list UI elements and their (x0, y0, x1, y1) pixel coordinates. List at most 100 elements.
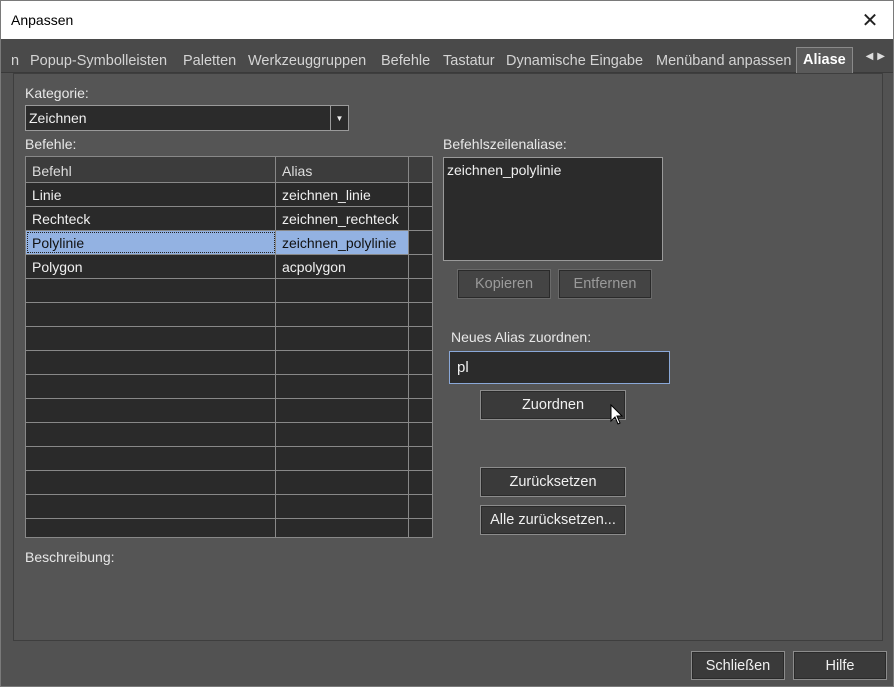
table-row-empty[interactable] (26, 399, 432, 423)
alias-cell (276, 495, 409, 518)
alias-cell: zeichnen_polylinie (276, 231, 409, 254)
extra-cell (409, 399, 432, 422)
tab-commands[interactable]: Befehle (381, 39, 430, 73)
alias-cell: zeichnen_linie (276, 183, 409, 206)
alias-cell (276, 279, 409, 302)
extra-cell (409, 351, 432, 374)
alias-list-item[interactable]: zeichnen_polylinie (447, 162, 561, 178)
table-row-empty[interactable] (26, 303, 432, 327)
command-cell (26, 471, 276, 494)
category-value: Zeichnen (29, 110, 87, 126)
extra-cell (409, 303, 432, 326)
extra-cell (409, 255, 432, 278)
column-header-alias[interactable]: Alias (276, 157, 409, 183)
table-row-empty[interactable] (26, 495, 432, 519)
extra-cell (409, 495, 432, 518)
new-alias-input[interactable] (449, 351, 670, 384)
alias-cell (276, 327, 409, 350)
title-bar: Anpassen ✕ (1, 1, 893, 39)
reset-button[interactable]: Zurücksetzen (480, 467, 626, 497)
help-button[interactable]: Hilfe (793, 651, 887, 680)
extra-cell (409, 447, 432, 470)
column-header-command[interactable]: Befehl (26, 157, 276, 183)
command-cell (26, 327, 276, 350)
table-row-empty[interactable] (26, 447, 432, 471)
table-row-empty[interactable] (26, 471, 432, 495)
command-cell (26, 495, 276, 518)
command-cell: Polygon (26, 255, 276, 278)
command-cell (26, 375, 276, 398)
extra-cell (409, 183, 432, 206)
new-alias-label: Neues Alias zuordnen: (451, 329, 592, 345)
command-cell (26, 447, 276, 470)
extra-cell (409, 375, 432, 398)
table-row[interactable]: Polygon acpolygon (26, 255, 432, 279)
table-row-empty[interactable] (26, 327, 432, 351)
tab-truncated[interactable]: n (11, 39, 19, 73)
category-dropdown[interactable]: Zeichnen ▼ (25, 105, 349, 131)
assign-button[interactable]: Zuordnen (480, 390, 626, 420)
chevron-right-icon[interactable]: ▶ (877, 51, 889, 62)
close-button[interactable]: Schließen (691, 651, 785, 680)
alias-cell (276, 447, 409, 470)
tab-ribbon[interactable]: Menüband anpassen (656, 39, 791, 73)
command-cell: Polylinie (26, 231, 276, 254)
alias-cell (276, 519, 409, 537)
table-row-empty[interactable] (26, 375, 432, 399)
table-row-empty[interactable] (26, 351, 432, 375)
commands-table[interactable]: Befehl Alias Linie zeichnen_linie Rechteck… (25, 156, 433, 538)
tab-keyboard[interactable]: Tastatur (443, 39, 495, 73)
close-window-button[interactable]: ✕ (847, 1, 893, 39)
reset-button-label: Zurücksetzen (509, 474, 597, 490)
reset-all-button-label: Alle zurücksetzen... (490, 512, 616, 528)
extra-cell (409, 327, 432, 350)
tab-aliases[interactable]: Aliase (796, 47, 853, 73)
chevron-left-icon[interactable]: ◀ (866, 51, 878, 62)
alias-cell (276, 423, 409, 446)
close-icon: ✕ (861, 9, 879, 32)
description-label: Beschreibung: (25, 549, 115, 565)
command-cell (26, 279, 276, 302)
extra-cell (409, 207, 432, 230)
extra-cell (409, 279, 432, 302)
command-cell: Rechteck (26, 207, 276, 230)
tab-popup-toolbars[interactable]: Popup-Symbolleisten (30, 39, 167, 73)
alias-cell: zeichnen_rechteck (276, 207, 409, 230)
table-row-empty[interactable] (26, 519, 432, 537)
command-line-aliases-label: Befehlszeilenaliase: (443, 136, 567, 152)
mouse-pointer-icon (610, 404, 624, 425)
command-cell (26, 351, 276, 374)
remove-button-label: Entfernen (573, 276, 637, 292)
table-row-empty[interactable] (26, 423, 432, 447)
alias-cell (276, 303, 409, 326)
aliases-listbox[interactable]: zeichnen_polylinie (443, 157, 663, 261)
table-row[interactable]: Rechteck zeichnen_rechteck (26, 207, 432, 231)
extra-cell (409, 231, 432, 254)
remove-button[interactable]: Entfernen (558, 269, 652, 299)
command-cell: Linie (26, 183, 276, 206)
extra-cell (409, 519, 432, 537)
table-row[interactable]: Polylinie zeichnen_polylinie (26, 231, 432, 255)
category-label: Kategorie: (25, 85, 89, 101)
chevron-down-icon[interactable]: ▼ (330, 106, 348, 130)
command-cell (26, 399, 276, 422)
table-row[interactable]: Linie zeichnen_linie (26, 183, 432, 207)
commands-label: Befehle: (25, 136, 77, 152)
alias-cell: acpolygon (276, 255, 409, 278)
extra-cell (409, 471, 432, 494)
tab-tool-groups[interactable]: Werkzeuggruppen (248, 39, 366, 73)
copy-button[interactable]: Kopieren (457, 269, 551, 299)
tab-scroll-arrows[interactable]: ◀▶ (866, 51, 889, 62)
command-cell (26, 423, 276, 446)
reset-all-button[interactable]: Alle zurücksetzen... (480, 505, 626, 535)
table-header: Befehl Alias (26, 157, 432, 183)
window-title: Anpassen (11, 12, 74, 28)
alias-cell (276, 471, 409, 494)
assign-button-label: Zuordnen (521, 397, 585, 413)
alias-cell (276, 375, 409, 398)
tab-strip: n Popup-Symbolleisten Paletten Werkzeugg… (1, 39, 893, 73)
table-row-empty[interactable] (26, 279, 432, 303)
extra-cell (409, 423, 432, 446)
tab-dynamic-input[interactable]: Dynamische Eingabe (506, 39, 643, 73)
tab-palettes[interactable]: Paletten (183, 39, 236, 73)
